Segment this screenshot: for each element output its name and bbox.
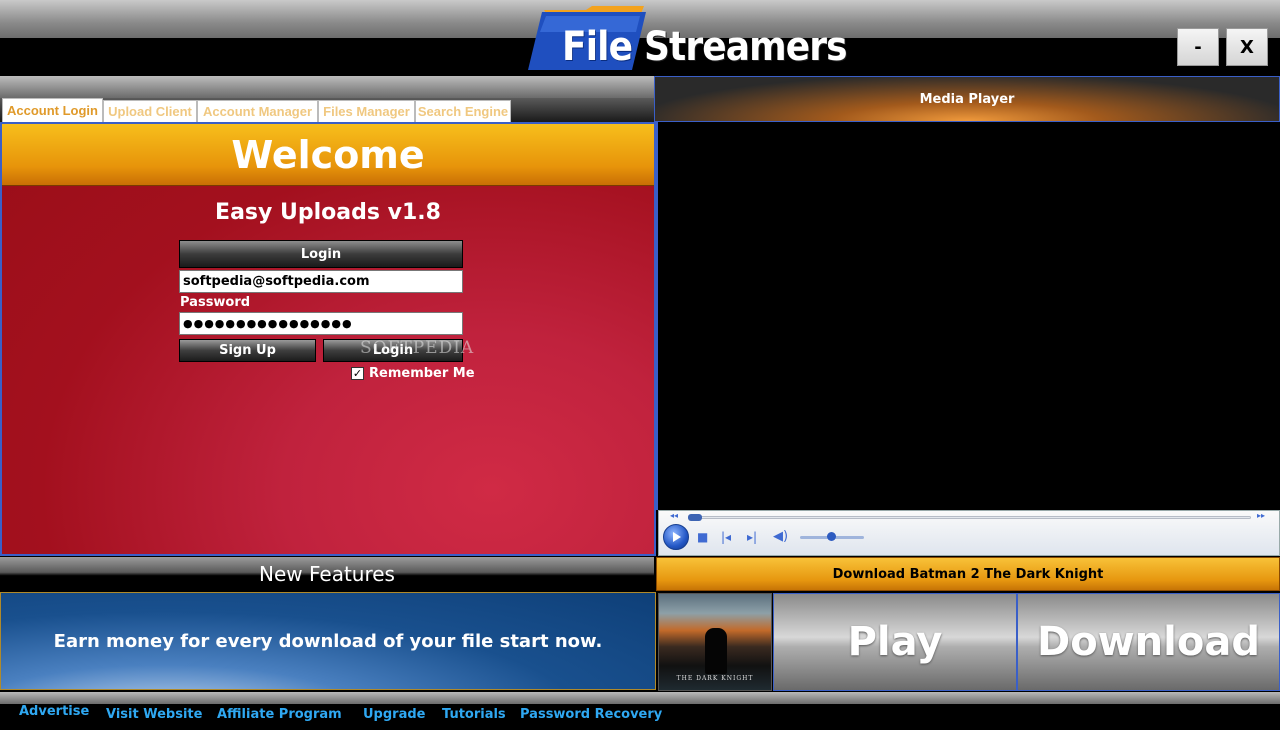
volume-thumb[interactable] [827,532,836,541]
softpedia-watermark: SOFTPEDIA [360,338,475,358]
fast-forward-icon[interactable]: ▸▸ [1257,511,1265,520]
footer-link-upgrade[interactable]: Upgrade [363,707,425,722]
login-header: Login [179,240,463,268]
download-button[interactable]: Download [1017,593,1280,691]
left-header-strip [0,76,654,98]
footer-link-tutorials[interactable]: Tutorials [442,707,506,722]
logo-word-file: File [562,24,633,70]
volume-icon[interactable]: ◀) [773,529,788,544]
tab-upload-client[interactable]: Upload Client [103,100,197,122]
media-player-title: Media Player [654,76,1280,122]
seek-bar[interactable] [688,516,1251,519]
tab-files-manager[interactable]: Files Manager [318,100,415,122]
app-logo: File Streamers [528,6,848,72]
app-window: File Streamers - X Account Login Upload … [0,0,1280,730]
welcome-heading: Welcome [2,124,654,186]
new-features-heading: New Features [0,557,654,591]
promo-banner[interactable]: Earn money for every download of your fi… [0,592,656,690]
play-button[interactable]: Play [773,593,1017,691]
footer-link-advertise[interactable]: Advertise [19,704,89,719]
tab-account-manager[interactable]: Account Manager [197,100,318,122]
download-title: Download Batman 2 The Dark Knight [656,557,1280,591]
movie-poster[interactable]: THE DARK KNIGHT [658,593,772,691]
tab-search-engine[interactable]: Search Engine [415,100,511,122]
rewind-icon[interactable]: ◂◂ [670,511,678,520]
logo-word-streamers: Streamers [644,24,848,70]
footer-link-affiliate-program[interactable]: Affiliate Program [217,707,342,722]
footer-link-password-recovery[interactable]: Password Recovery [520,707,662,722]
stop-icon[interactable]: ■ [697,530,708,544]
footer-strip [0,692,1280,704]
footer-link-visit-website[interactable]: Visit Website [106,707,202,722]
close-button[interactable]: X [1226,28,1268,66]
next-icon[interactable]: ▸| [747,530,757,544]
minimize-button[interactable]: - [1177,28,1219,66]
sign-up-button[interactable]: Sign Up [179,339,316,362]
play-icon[interactable] [663,524,689,550]
password-label: Password [180,295,251,310]
media-player-screen [656,122,1280,510]
version-title: Easy Uploads v1.8 [215,200,441,225]
play-triangle-icon [673,532,681,542]
poster-caption: THE DARK KNIGHT [676,675,754,682]
password-field[interactable]: ●●●●●●●●●●●●●●●● [179,312,463,335]
poster-figure [705,628,727,674]
remember-me-checkbox[interactable]: ✓ [351,367,364,380]
seek-thumb[interactable] [688,514,702,521]
remember-me-label: Remember Me [369,366,475,381]
tab-account-login[interactable]: Account Login [2,98,103,122]
email-field[interactable]: softpedia@softpedia.com [179,270,463,293]
previous-icon[interactable]: |◂ [721,530,731,544]
